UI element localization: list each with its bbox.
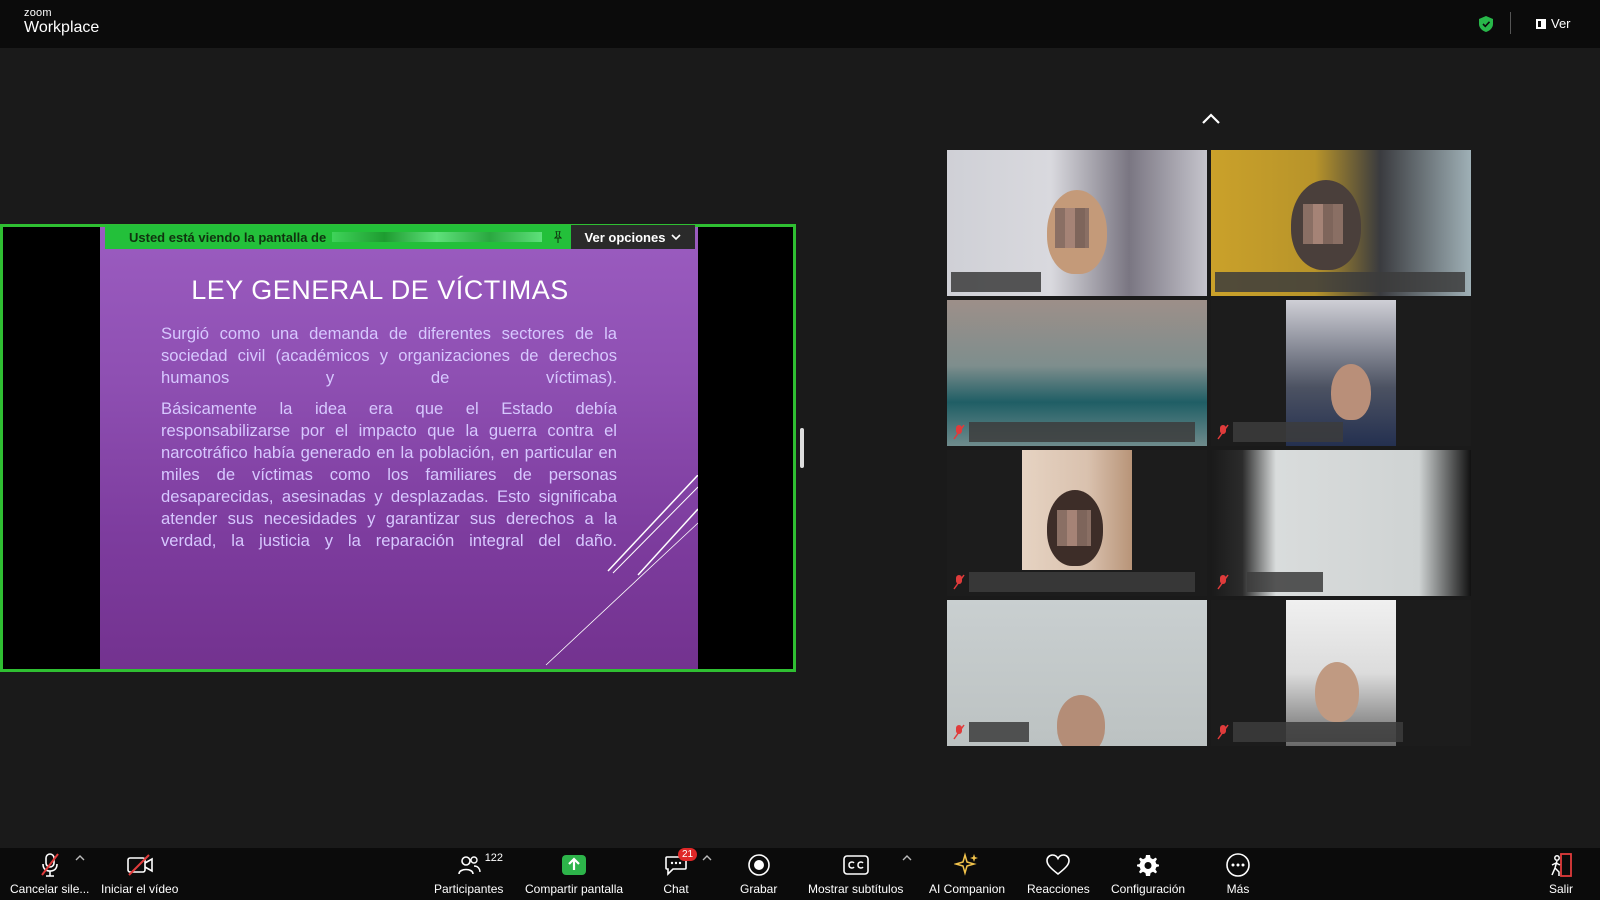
participant-tile[interactable]: [947, 600, 1207, 746]
microphone-muted-icon: [953, 574, 965, 590]
leave-icon: [1547, 852, 1575, 878]
microphone-muted-icon: [953, 724, 965, 740]
participant-name-redacted: [969, 722, 1029, 742]
slide-decoration: [545, 475, 698, 666]
audio-options-caret[interactable]: [75, 854, 85, 862]
more-icon: [1224, 852, 1252, 878]
title-bar: zoom Workplace Ver: [0, 0, 1600, 48]
settings-button[interactable]: Configuración: [1111, 852, 1185, 896]
brand-small: zoom: [24, 7, 52, 19]
participants-label: Participantes: [434, 882, 504, 896]
captions-icon: [842, 852, 870, 878]
participants-count: 122: [484, 852, 504, 864]
shield-icon[interactable]: [1479, 16, 1493, 32]
video-off-icon: [126, 852, 154, 878]
participant-name-redacted: [951, 272, 1041, 292]
slide-title: LEY GENERAL DE VÍCTIMAS: [191, 275, 569, 305]
reactions-button[interactable]: Reacciones: [1027, 852, 1090, 896]
gallery-view-icon: [1536, 18, 1546, 29]
captions-button[interactable]: Mostrar subtítulos: [808, 852, 903, 896]
leave-label: Salir: [1548, 882, 1573, 896]
top-divider: [1510, 12, 1511, 34]
more-button[interactable]: Más: [1224, 852, 1252, 896]
presentation-slide: LEY GENERAL DE VÍCTIMAS Surgió como una …: [100, 227, 698, 669]
chat-icon: 21: [662, 848, 698, 878]
pin-icon[interactable]: [554, 231, 563, 243]
participant-tile[interactable]: [1211, 150, 1471, 296]
sharing-banner-text: Usted está viendo la pantalla de: [129, 229, 327, 245]
view-label: Ver: [1551, 16, 1571, 31]
participant-tile[interactable]: [1211, 600, 1471, 746]
participant-name-redacted: [1215, 272, 1465, 292]
chat-button[interactable]: 21 Chat: [662, 848, 698, 896]
view-options-label: Ver opciones: [584, 229, 666, 245]
microphone-muted-icon: [1217, 724, 1229, 740]
participant-name-redacted: [1247, 572, 1323, 592]
app-logo: zoom Workplace: [24, 8, 99, 36]
participant-tile[interactable]: [1211, 300, 1471, 446]
record-button[interactable]: Grabar: [740, 852, 777, 896]
leave-button[interactable]: Salir: [1547, 852, 1575, 896]
meeting-toolbar: Cancelar sile... Iniciar el vídeo 122 Pa…: [0, 848, 1600, 900]
participant-name-redacted: [969, 572, 1195, 592]
brand-big: Workplace: [24, 19, 100, 36]
chevron-up-icon[interactable]: [1200, 110, 1222, 128]
share-screen-icon: [560, 852, 588, 878]
microphone-muted-icon: [36, 852, 64, 878]
mute-label: Cancelar sile...: [10, 882, 90, 896]
participant-name-redacted: [1233, 722, 1403, 742]
settings-icon: [1134, 852, 1162, 878]
participants-button[interactable]: 122 Participantes: [434, 852, 503, 896]
sharing-banner: Usted está viendo la pantalla de: [105, 225, 571, 249]
reactions-icon: [1044, 852, 1072, 878]
microphone-muted-icon: [1217, 424, 1229, 440]
share-screen-button[interactable]: Compartir pantalla: [525, 852, 623, 896]
more-label: Más: [1226, 882, 1250, 896]
record-icon: [745, 852, 773, 878]
ai-companion-label: AI Companion: [929, 882, 1006, 896]
panel-splitter[interactable]: [800, 428, 804, 468]
start-video-button[interactable]: Iniciar el vídeo: [101, 852, 178, 896]
shared-screen[interactable]: LEY GENERAL DE VÍCTIMAS Surgió como una …: [0, 224, 796, 672]
microphone-muted-icon: [1217, 574, 1229, 590]
record-label: Grabar: [740, 882, 778, 896]
participant-name-redacted: [969, 422, 1195, 442]
participants-icon: 122: [455, 852, 503, 878]
participant-tile[interactable]: [1211, 450, 1471, 596]
chat-options-caret[interactable]: [702, 854, 712, 862]
start-video-label: Iniciar el vídeo: [101, 882, 179, 896]
captions-label: Mostrar subtítulos: [808, 882, 904, 896]
share-screen-label: Compartir pantalla: [525, 882, 624, 896]
ai-companion-icon: [953, 852, 981, 878]
slide-paragraph-1: Surgió como una demanda de diferentes se…: [161, 324, 617, 387]
ai-companion-button[interactable]: AI Companion: [929, 852, 1005, 896]
participant-tile[interactable]: [947, 300, 1207, 446]
participant-tile[interactable]: [947, 150, 1207, 296]
view-button[interactable]: Ver: [1536, 16, 1571, 31]
reactions-label: Reacciones: [1027, 882, 1090, 896]
chat-label: Chat: [663, 882, 689, 896]
chat-unread-badge: 21: [678, 848, 698, 861]
participant-name-redacted: [1233, 422, 1343, 442]
presenter-name-redacted: [332, 232, 543, 242]
participant-tile[interactable]: [947, 450, 1207, 596]
captions-options-caret[interactable]: [902, 854, 912, 862]
view-options-button[interactable]: Ver opciones: [571, 225, 695, 249]
chevron-down-icon: [671, 233, 682, 240]
microphone-muted-icon: [953, 424, 965, 440]
settings-label: Configuración: [1111, 882, 1186, 896]
